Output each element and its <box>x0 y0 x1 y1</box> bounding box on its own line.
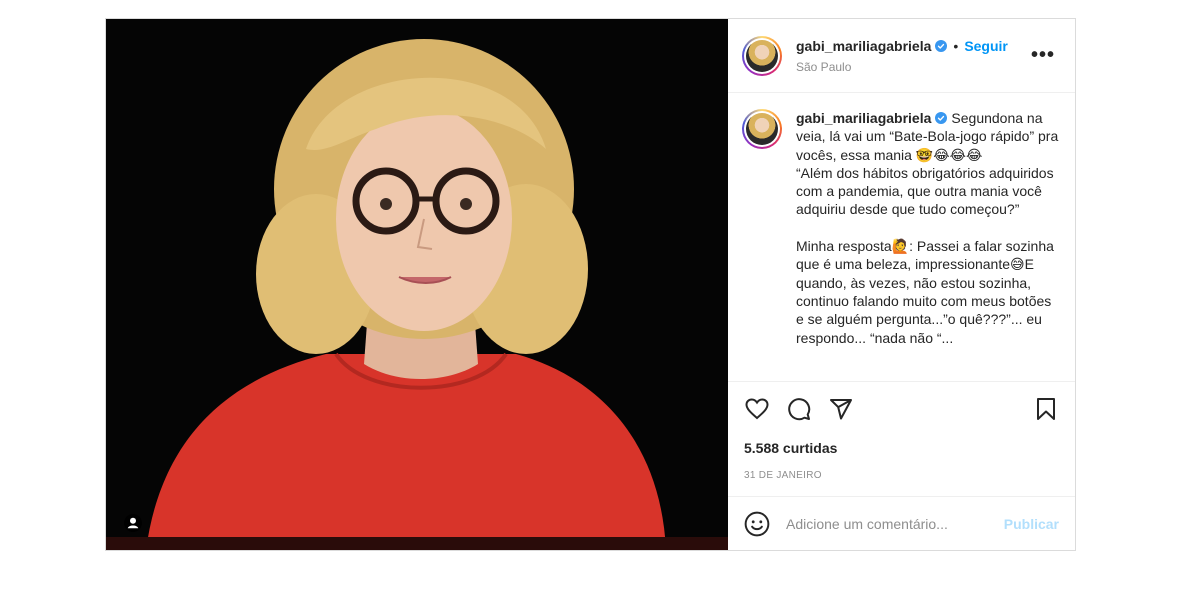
user-tag-icon[interactable] <box>124 514 142 532</box>
paper-plane-icon <box>830 399 852 420</box>
like-button[interactable] <box>744 396 770 422</box>
location-link[interactable]: São Paulo <box>796 60 1008 74</box>
instagram-post: gabi_mariliagabriela • Seguir São Paulo … <box>105 18 1076 551</box>
heart-icon <box>745 398 769 420</box>
post-date[interactable]: 31 DE JANEIRO <box>728 470 1075 481</box>
separator-dot: • <box>953 37 959 54</box>
comment-button[interactable] <box>786 396 812 422</box>
smiley-icon[interactable] <box>744 511 770 537</box>
publish-button[interactable]: Publicar <box>1004 516 1059 532</box>
caption: gabi_mariliagabriela Segundona na veia, l… <box>796 109 1061 381</box>
action-bar <box>728 382 1075 436</box>
bookmark-icon <box>1037 398 1055 420</box>
follow-button[interactable]: Seguir <box>964 38 1008 54</box>
more-options-button[interactable]: ••• <box>1031 44 1061 67</box>
comment-input[interactable] <box>784 514 1004 533</box>
photo-woman-red-blouse <box>106 19 728 550</box>
share-button[interactable] <box>828 396 854 422</box>
verified-badge-icon <box>935 39 948 52</box>
comment-bubble-icon <box>788 398 811 421</box>
likes-count[interactable]: 5.588 curtidas <box>728 440 1075 456</box>
post-side-panel: gabi_mariliagabriela • Seguir São Paulo … <box>728 19 1075 550</box>
caption-avatar[interactable] <box>742 109 782 149</box>
caption-text: Segundona na veia, lá vai um “Bate-Bola-… <box>796 110 1059 346</box>
verified-badge-icon <box>935 112 948 124</box>
caption-username-link[interactable]: gabi_mariliagabriela <box>796 110 931 126</box>
comments-area[interactable]: gabi_mariliagabriela Segundona na veia, l… <box>728 93 1075 382</box>
avatar[interactable] <box>742 35 782 76</box>
add-comment-bar: Publicar <box>728 496 1075 550</box>
save-button[interactable] <box>1033 396 1059 422</box>
post-photo[interactable] <box>106 19 728 550</box>
post-header: gabi_mariliagabriela • Seguir São Paulo … <box>728 19 1075 93</box>
username-link[interactable]: gabi_mariliagabriela <box>796 38 931 54</box>
